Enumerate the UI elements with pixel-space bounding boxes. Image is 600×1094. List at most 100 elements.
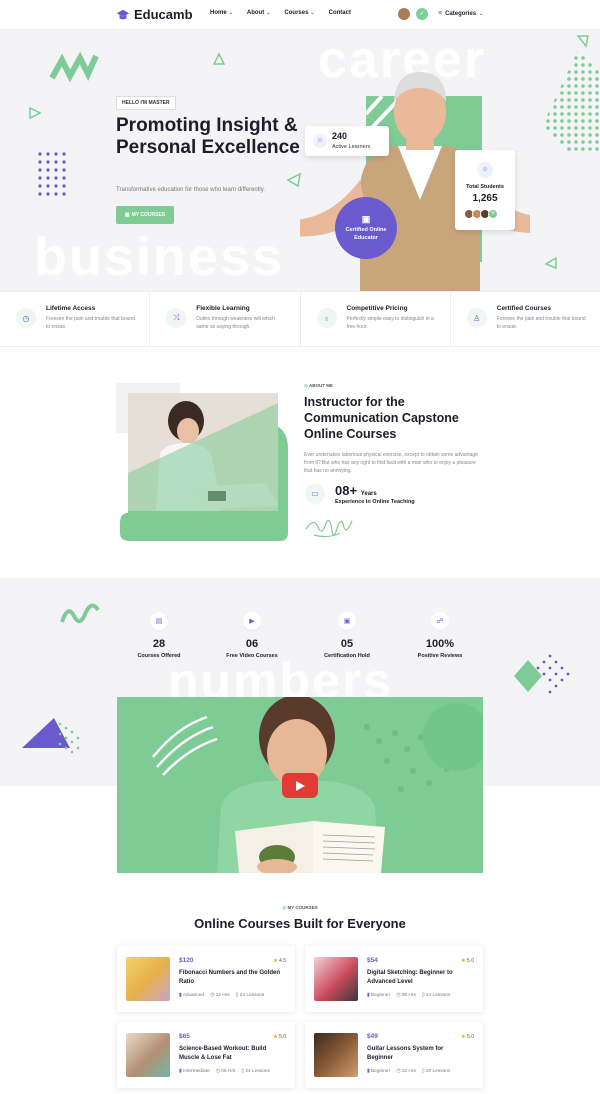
nav-home-label: Home — [210, 10, 227, 16]
certified-educator-badge: ▣ Certified Online Educator — [335, 197, 397, 259]
students-value: 1,265 — [472, 193, 498, 204]
stat-positive-reviews: ☍ 100% Positive Reviews — [400, 612, 480, 659]
course-price: $65 — [179, 1033, 190, 1040]
course-level: ▮ Advanced — [179, 993, 204, 998]
signature-image — [305, 519, 353, 538]
brand-logo[interactable]: Educamb — [116, 7, 193, 22]
categories-label: Categories — [445, 10, 477, 17]
menu-lines-icon: ≡ — [438, 10, 443, 17]
certificate-icon: ♙ — [466, 308, 487, 328]
triangle-outline-shape — [29, 106, 42, 120]
chevron-down-icon: ⌄ — [479, 10, 484, 17]
about-desc: Ever undertakes laborious physical exerc… — [304, 452, 478, 474]
feature-desc: Perfectly simple easy to distinguish in … — [346, 316, 434, 330]
play-icon — [296, 780, 305, 791]
course-hours: ◷ 08 Hrs — [396, 993, 416, 998]
certificate-icon: ▣ — [338, 612, 356, 630]
file-icon: ▯ — [421, 993, 425, 998]
file-icon: ▯ — [241, 1069, 244, 1074]
brand-name: Educamb — [134, 7, 193, 22]
course-name[interactable]: Digital Sketching: Beginner to Advanced … — [367, 969, 471, 987]
course-price: $54 — [367, 957, 378, 964]
course-rating: ★ 4.5 — [273, 958, 286, 964]
course-lessons: ▯ 24 Lessons — [241, 1069, 270, 1074]
clock-icon: ◷ — [215, 1069, 220, 1074]
course-level-text: Intermediate — [182, 1069, 210, 1074]
green-dot-pattern-shape — [542, 50, 600, 152]
user-badge-icon[interactable]: ✓ — [416, 8, 428, 20]
users-icon: ☺ — [313, 134, 327, 148]
course-meta: ▮ Beginner ◷ 12 Hrs ▯ 20 Lessons — [367, 1069, 450, 1074]
file-icon: ▯ — [421, 1069, 425, 1074]
hero-badge: HELLO I'M MASTER — [116, 96, 176, 110]
triangle-outline-shape — [212, 52, 226, 65]
course-card[interactable]: $49 ★ 5.0 Guitar Lessons System for Begi… — [305, 1022, 483, 1088]
nav-contact[interactable]: Contact — [329, 10, 351, 16]
course-thumbnail — [126, 957, 170, 1001]
students-icon: ☺ — [477, 162, 493, 178]
stat-value: 28 — [152, 638, 166, 650]
graduation-cap-icon — [116, 9, 130, 19]
course-thumbnail — [314, 1033, 358, 1077]
nav-home[interactable]: Home ⌄ — [210, 10, 233, 16]
hero-title: Promoting Insight & Personal Excellence — [116, 115, 300, 158]
course-rating-value: 5.0 — [467, 1034, 474, 1040]
course-level-text: Beginner — [370, 1069, 391, 1074]
nav-courses-label: Courses — [284, 10, 309, 16]
course-name[interactable]: Guitar Lessons System for Beginner — [367, 1045, 471, 1063]
course-hours-text: 08 Hrs — [401, 993, 416, 998]
nav-courses[interactable]: Courses ⌄ — [284, 10, 314, 16]
avatar[interactable] — [398, 8, 410, 20]
nav-about-label: About — [246, 10, 265, 16]
experience-label: Experience in Online Teaching — [335, 499, 415, 505]
dot-grid-shape — [38, 152, 66, 196]
course-price: $120 — [179, 957, 194, 964]
clock-icon: ◷ — [210, 993, 215, 998]
shuffle-icon: ⤨ — [166, 308, 187, 328]
stat-certification-hold: ▣ 05 Certification Hold — [307, 612, 387, 659]
course-hours-text: 12 Hrs — [401, 1069, 416, 1074]
course-card[interactable]: $54 ★ 5.0 Digital Sketching: Beginner to… — [305, 946, 483, 1012]
course-rating: ★ 5.0 — [273, 1034, 286, 1040]
about-image — [116, 383, 288, 541]
categories-menu[interactable]: ≡ Categories ⌄ — [438, 10, 483, 17]
course-rating: ★ 5.0 — [461, 1034, 474, 1040]
courses-label: ◎ MY COURSES — [0, 905, 600, 911]
course-card[interactable]: $65 ★ 5.0 Science-Based Workout: Build M… — [117, 1022, 295, 1088]
triangle-shape — [22, 718, 80, 754]
feature-desc: Duties through weakness will which same … — [196, 316, 275, 330]
learners-label: Active Learners — [332, 144, 371, 150]
chevron-down-icon: ⌄ — [228, 10, 233, 16]
course-thumbnail — [314, 957, 358, 1001]
video-icon: ▶ — [243, 612, 261, 630]
triangle-outline-shape — [544, 256, 557, 270]
course-card[interactable]: $120 ★ 4.5 Fibonacci Numbers and the Gol… — [117, 946, 295, 1012]
course-name[interactable]: Fibonacci Numbers and the Golden Ratio — [179, 969, 283, 987]
nav-about[interactable]: About ⌄ — [247, 10, 271, 16]
course-price: $49 — [367, 1033, 378, 1040]
course-lessons: ▯ 24 Lessons — [236, 993, 265, 998]
courses-label-text: MY COURSES — [287, 905, 318, 910]
course-level: ▮ Beginner — [367, 993, 390, 998]
feature-item: ◷ Lifetime Access Foresee the pain and t… — [0, 292, 151, 346]
course-level-text: Advanced — [182, 993, 205, 998]
my-courses-button[interactable]: ▦ MY COURSES — [116, 206, 174, 224]
stat-value: 06 — [245, 638, 259, 650]
course-name[interactable]: Science-Based Workout: Build Muscle & Lo… — [179, 1045, 283, 1063]
zigzag-shape — [49, 51, 99, 83]
course-rating-value: 5.0 — [279, 1034, 286, 1040]
chevron-down-icon: ⌄ — [266, 10, 271, 16]
feature-item: ⤨ Flexible Learning Duties through weakn… — [150, 292, 301, 346]
course-lessons: ▯ 20 Lessons — [422, 1069, 451, 1074]
stat-label: Courses Offered — [137, 653, 181, 659]
stat-courses-offered: ▤ 28 Courses Offered — [119, 612, 199, 659]
play-button[interactable] — [282, 773, 318, 798]
course-meta: ▮ Intermediate ◷ 06 Hrs ▯ 24 Lessons — [179, 1069, 270, 1074]
feature-title: Lifetime Access — [46, 305, 96, 312]
learners-value: 240 — [332, 131, 348, 141]
level-bars-icon: ▮ — [367, 993, 370, 998]
experience-unit: Years — [360, 491, 377, 497]
feature-title: Flexible Learning — [196, 305, 250, 312]
course-hours: ◷ 12 Hrs — [396, 1069, 416, 1074]
diamond-shape — [514, 654, 570, 694]
